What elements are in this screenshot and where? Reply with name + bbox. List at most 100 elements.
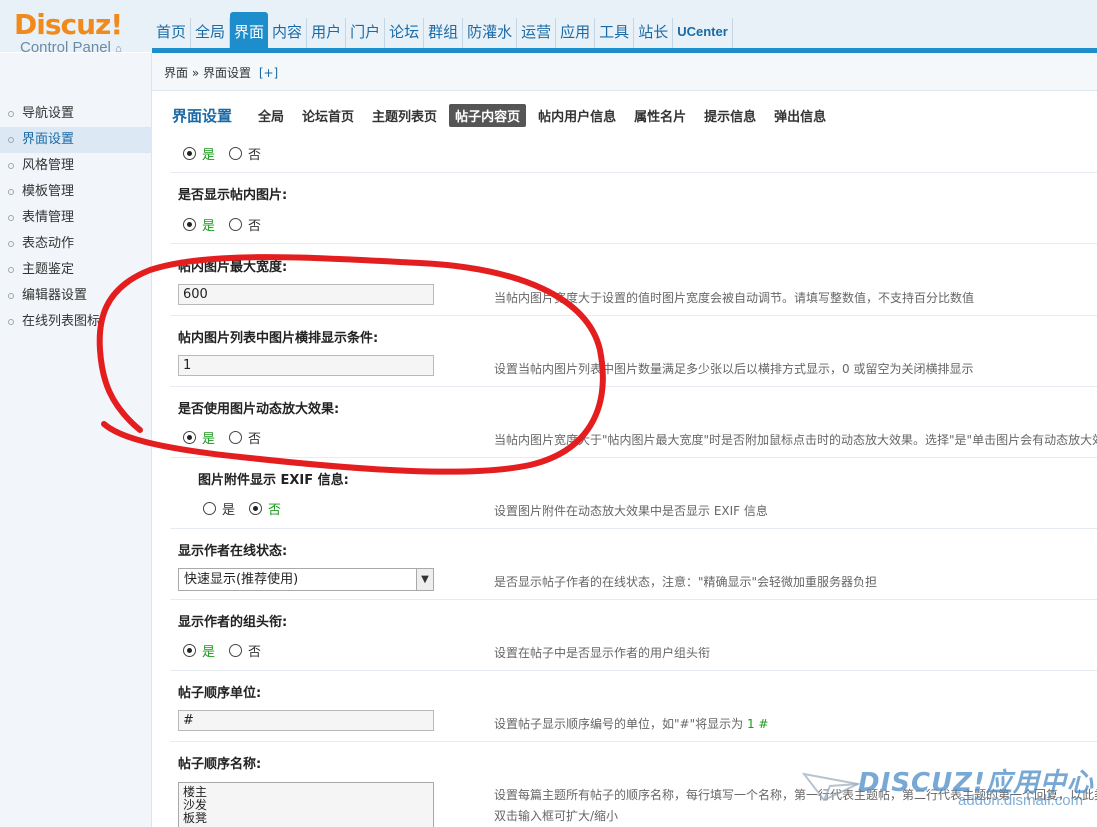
breadcrumb-path: 界面 » 界面设置 — [164, 66, 251, 80]
label-max-image-width: 帖内图片最大宽度: — [178, 260, 288, 275]
radio-yes[interactable] — [183, 431, 196, 444]
radio-yes[interactable] — [203, 502, 216, 515]
bullet-icon — [8, 215, 14, 221]
radio-no[interactable] — [229, 147, 243, 160]
tab-post-content[interactable]: 帖子内容页 — [449, 103, 527, 127]
sidebar-item-editor-settings[interactable]: 编辑器设置 — [0, 283, 152, 309]
sidebar-item-interface-settings[interactable]: 界面设置 — [0, 127, 152, 153]
label-post-order-names: 帖子顺序名称: — [178, 757, 262, 772]
max-image-width-tip: 当帖内图片宽度大于设置的值时图片宽度会被自动调节。请填写整数值，不支持百分比数值 — [494, 291, 975, 305]
author-group-title-tip: 设置在帖子中是否显示作者的用户组头衔 — [494, 646, 711, 660]
bullet-icon — [8, 319, 14, 325]
bullet-icon — [8, 267, 14, 273]
divider — [170, 315, 1097, 316]
radio-no[interactable] — [229, 218, 243, 231]
post-number-unit-tip: 设置帖子显示顺序编号的单位，如"#"将显示为 1 # — [494, 717, 769, 731]
bullet-icon — [8, 241, 14, 247]
breadcrumb: 界面 » 界面设置 [+] — [152, 53, 1097, 91]
main-nav: 首页 全局 界面 内容 用户 门户 论坛 群组 防灌水 运营 应用 工具 站长 … — [152, 12, 733, 48]
divider — [170, 457, 1097, 458]
breadcrumb-add-button[interactable]: [+] — [259, 66, 278, 80]
post-number-example: 1 # — [746, 717, 769, 731]
divider — [170, 670, 1097, 671]
chevron-down-icon[interactable]: ▼ — [416, 569, 433, 590]
author-online-status-tip: 是否显示帖子作者的在线状态，注意："精确显示"会轻微加重服务器负担 — [494, 575, 878, 589]
sidebar-menu: 导航设置 界面设置 风格管理 模板管理 表情管理 表态动作 主题鉴定 编辑器设置… — [0, 101, 152, 335]
sidebar-item-templates[interactable]: 模板管理 — [0, 179, 152, 205]
bullet-icon — [8, 137, 14, 143]
radio-yes[interactable] — [183, 218, 196, 231]
tab-global[interactable]: 全局 — [252, 104, 290, 127]
sidebar-item-reactions[interactable]: 表态动作 — [0, 231, 152, 257]
label-image-zoom-effect: 是否使用图片动态放大效果: — [178, 402, 340, 417]
tab-thread-list[interactable]: 主题列表页 — [366, 104, 443, 127]
discuz-logo[interactable]: Discuz! Control Panel ⌂ — [14, 10, 144, 57]
sidebar-item-nav-settings[interactable]: 导航设置 — [0, 101, 152, 127]
radio-no[interactable] — [229, 644, 243, 657]
divider — [170, 599, 1097, 600]
tab-messages[interactable]: 提示信息 — [698, 104, 762, 127]
nav-groups[interactable]: 群组 — [424, 18, 464, 48]
image-zoom-radios: 是 否 — [183, 428, 275, 447]
bullet-icon — [8, 111, 14, 117]
top-bar: Discuz! Control Panel ⌂ 首页 全局 界面 内容 用户 门… — [0, 0, 1097, 56]
exif-info-radios: 是 否 — [203, 499, 295, 518]
label-show-post-images: 是否显示帖内图片: — [178, 188, 288, 203]
textarea-line: 楼主 — [183, 785, 208, 799]
nav-interface[interactable]: 界面 — [230, 12, 269, 48]
tab-post-user-info[interactable]: 帖内用户信息 — [532, 104, 622, 127]
bullet-icon — [8, 163, 14, 169]
show-post-images-radios: 是 否 — [183, 215, 275, 234]
textarea-line: 沙发 — [183, 798, 208, 812]
select-value: 快速显示(推荐使用) — [184, 572, 299, 587]
textarea-line: 板凳 — [183, 811, 208, 825]
label-author-group-title: 显示作者的组头衔: — [178, 615, 288, 630]
nav-webmaster[interactable]: 站长 — [634, 18, 674, 48]
sidebar-item-styles[interactable]: 风格管理 — [0, 153, 152, 179]
divider — [170, 386, 1097, 387]
nav-forum[interactable]: 论坛 — [385, 18, 425, 48]
image-zoom-tip: 当帖内图片宽度大于"帖内图片最大宽度"时是否附加鼠标点击时的动态放大效果。选择"… — [494, 433, 1097, 447]
sidebar-item-online-icons[interactable]: 在线列表图标 — [0, 309, 152, 335]
sidebar: 导航设置 界面设置 风格管理 模板管理 表情管理 表态动作 主题鉴定 编辑器设置… — [0, 53, 152, 827]
paper-plane-icon — [802, 772, 860, 802]
nav-content[interactable]: 内容 — [268, 18, 308, 48]
nav-antispam[interactable]: 防灌水 — [463, 18, 518, 48]
nav-ucenter[interactable]: UCenter — [673, 18, 733, 48]
post-order-names-textarea[interactable]: 楼主 沙发 板凳 — [178, 782, 434, 827]
max-image-width-input[interactable]: 600 — [178, 284, 434, 305]
logo-brand: Discuz! — [14, 8, 123, 41]
author-online-status-select[interactable]: 快速显示(推荐使用) ▼ — [178, 568, 434, 591]
tab-forum-index[interactable]: 论坛首页 — [296, 104, 360, 127]
divider — [170, 172, 1097, 173]
label-post-number-unit: 帖子顺序单位: — [178, 686, 262, 701]
nav-global[interactable]: 全局 — [191, 18, 231, 48]
watermark-url: addon.dismall.com — [958, 792, 1084, 809]
nav-home[interactable]: 首页 — [152, 18, 192, 48]
sidebar-item-smilies[interactable]: 表情管理 — [0, 205, 152, 231]
tab-profile-card[interactable]: 属性名片 — [628, 104, 692, 127]
nav-users[interactable]: 用户 — [307, 18, 347, 48]
post-number-unit-input[interactable]: # — [178, 710, 434, 731]
label-image-row-condition: 帖内图片列表中图片横排显示条件: — [178, 331, 379, 346]
bullet-icon — [8, 293, 14, 299]
post-order-names-tip2: 双击输入框可扩大/缩小 — [494, 809, 619, 823]
image-row-condition-input[interactable]: 1 — [178, 355, 434, 376]
radio-yes[interactable] — [183, 147, 196, 160]
row0-radio-group: 是 否 — [183, 144, 275, 163]
sidebar-item-thread-stamps[interactable]: 主题鉴定 — [0, 257, 152, 283]
image-row-condition-tip: 设置当帖内图片列表中图片数量满足多少张以后以横排方式显示，0 或留空为关闭横排显… — [494, 362, 974, 376]
radio-yes[interactable] — [183, 644, 196, 657]
label-exif-info: 图片附件显示 EXIF 信息: — [198, 473, 349, 488]
radio-no[interactable] — [249, 502, 263, 515]
bullet-icon — [8, 189, 14, 195]
tab-popups[interactable]: 弹出信息 — [768, 104, 832, 127]
nav-apps[interactable]: 应用 — [556, 18, 596, 48]
exif-info-tip: 设置图片附件在动态放大效果中是否显示 EXIF 信息 — [494, 504, 768, 518]
nav-tools[interactable]: 工具 — [595, 18, 635, 48]
nav-portal[interactable]: 门户 — [346, 18, 386, 48]
radio-no[interactable] — [229, 431, 243, 444]
divider — [170, 243, 1097, 244]
divider — [170, 741, 1097, 742]
nav-operations[interactable]: 运营 — [517, 18, 557, 48]
